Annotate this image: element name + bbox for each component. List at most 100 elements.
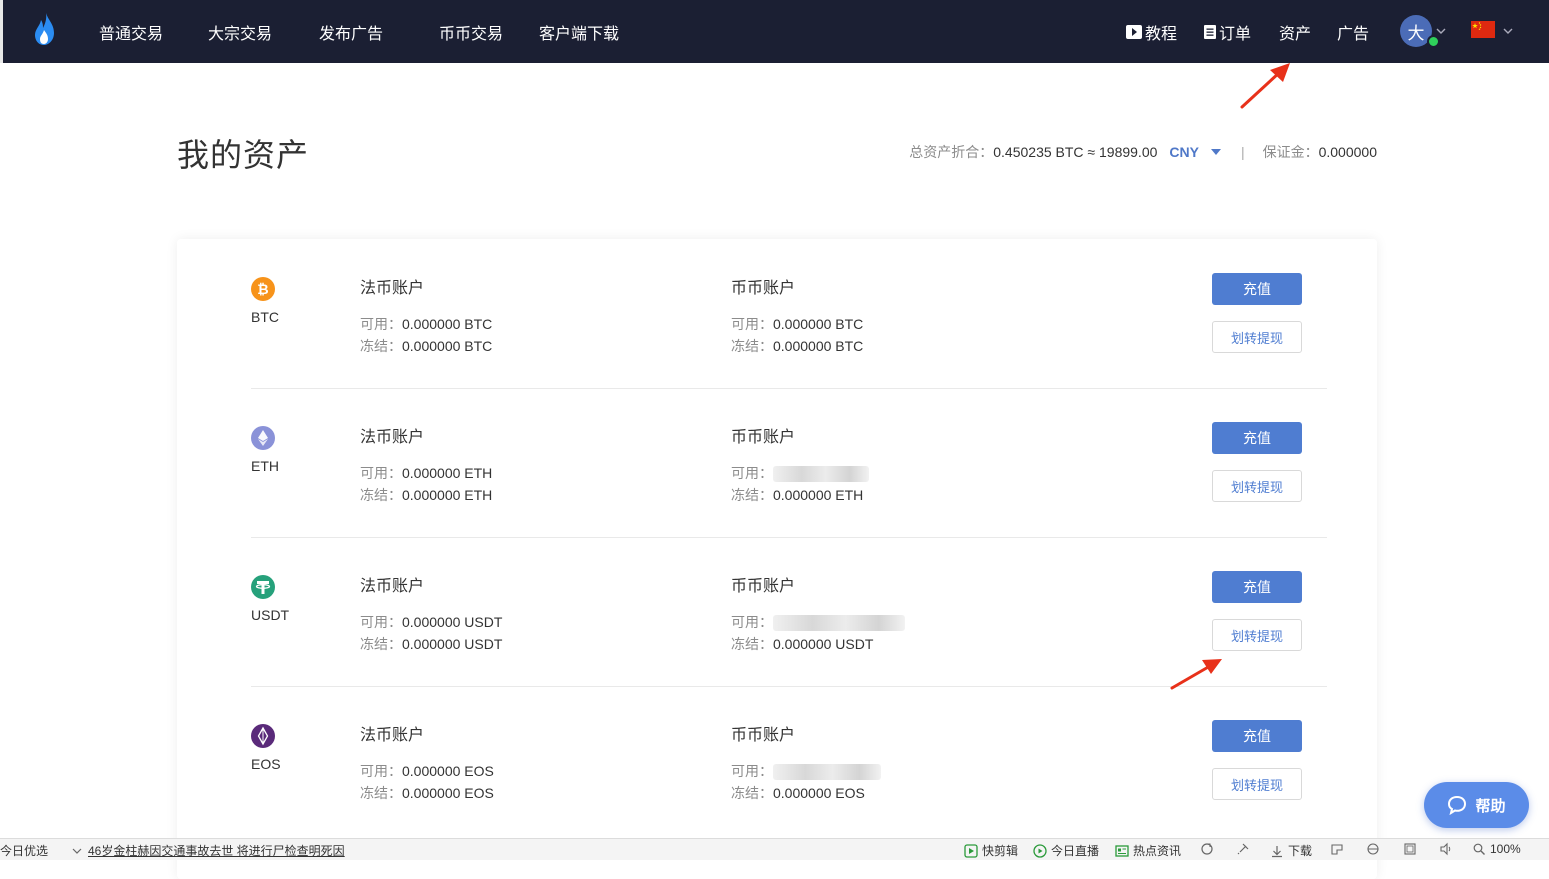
download-label: 下载	[1288, 844, 1313, 858]
today-live-label: 今日直播	[1051, 844, 1100, 858]
coin-account: 币币账户 可用： 冻结：0.000000 USDT	[731, 572, 905, 655]
frozen-label: 冻结：	[731, 487, 773, 503]
asset-list-card: ₿ BTC 法币账户 可用：0.000000 BTC 冻结：0.000000 B…	[177, 239, 1377, 879]
today-picks[interactable]: 今日优选	[0, 842, 48, 859]
speaker-icon[interactable]	[1439, 842, 1453, 856]
blurred-value	[773, 466, 869, 483]
play-icon	[1126, 25, 1142, 39]
china-flag-icon[interactable]	[1471, 21, 1495, 38]
blurred-value	[773, 764, 881, 781]
chevron-down-icon[interactable]	[1436, 26, 1446, 36]
available-label: 可用：	[731, 614, 773, 630]
deposit-button[interactable]: 充值	[1212, 571, 1302, 603]
transfer-withdraw-button[interactable]: 划转提现	[1212, 321, 1302, 353]
deposit-button[interactable]: 充值	[1212, 273, 1302, 305]
currency-selector[interactable]: CNY	[1169, 144, 1199, 160]
coin-account: 币币账户 可用： 冻结：0.000000 EOS	[731, 721, 881, 804]
browser-icon[interactable]	[1366, 842, 1380, 856]
available-label: 可用：	[360, 465, 402, 481]
nav-item-client-download[interactable]: 客户端下载	[539, 20, 619, 44]
coin-account-title: 币币账户	[731, 727, 796, 744]
fiat-frozen-value: 0.000000 ETH	[402, 487, 493, 503]
coin-account-title: 币币账户	[731, 578, 796, 595]
flame-logo-icon[interactable]	[32, 12, 58, 46]
fiat-account-title: 法币账户	[360, 578, 425, 595]
available-label: 可用：	[731, 316, 773, 332]
hot-news[interactable]: 热点资讯	[1115, 842, 1181, 859]
bitcoin-icon: ₿	[251, 277, 275, 301]
asset-row-eth: ETH 法币账户 可用：0.000000 ETH 冻结：0.000000 ETH…	[251, 388, 1327, 538]
fiat-available-value: 0.000000 ETH	[402, 465, 493, 481]
zoom-control[interactable]: 100%	[1472, 842, 1521, 856]
nav-item-coin-trade[interactable]: 币币交易	[439, 20, 503, 44]
chevron-down-icon	[72, 848, 82, 854]
nav-item-spot-trade[interactable]: 普通交易	[99, 20, 163, 44]
asset-row-usdt: USDT 法币账户 可用：0.000000 USDT 冻结：0.000000 U…	[251, 537, 1327, 687]
nav-assets-label: 资产	[1279, 26, 1312, 43]
available-label: 可用：	[731, 465, 773, 481]
coin-frozen-value: 0.000000 BTC	[773, 338, 864, 354]
coin-available-value: 0.000000 BTC	[773, 316, 864, 332]
frozen-label: 冻结：	[360, 785, 402, 801]
frozen-label: 冻结：	[360, 487, 402, 503]
chat-bubble-icon	[1448, 795, 1467, 815]
nav-assets[interactable]: 资产	[1279, 20, 1311, 44]
play-icon	[964, 843, 978, 858]
zoom-level: 100%	[1490, 842, 1521, 856]
fiat-account-title: 法币账户	[360, 280, 425, 297]
fiat-frozen-value: 0.000000 USDT	[402, 636, 503, 652]
pin-icon[interactable]	[1236, 842, 1250, 856]
frozen-label: 冻结：	[731, 636, 773, 652]
fiat-available-value: 0.000000 BTC	[402, 316, 493, 332]
transfer-withdraw-button[interactable]: 划转提现	[1212, 619, 1302, 651]
transfer-withdraw-button[interactable]: 划转提现	[1212, 768, 1302, 800]
help-button[interactable]: 帮助	[1424, 782, 1529, 828]
today-live[interactable]: 今日直播	[1033, 842, 1099, 859]
quick-clip-label: 快剪辑	[982, 844, 1019, 858]
available-label: 可用：	[360, 614, 402, 630]
coin-frozen-value: 0.000000 ETH	[773, 487, 864, 503]
nav-ads[interactable]: 广告	[1337, 20, 1369, 44]
coin-account: 币币账户 可用： 冻结：0.000000 ETH	[731, 423, 869, 506]
nav-tutorial[interactable]: 教程	[1126, 20, 1177, 44]
fiat-available-value: 0.000000 USDT	[402, 614, 503, 630]
coin-account-title: 币币账户	[731, 280, 796, 297]
asset-row-btc: ₿ BTC 法币账户 可用：0.000000 BTC 冻结：0.000000 B…	[251, 239, 1327, 389]
nav-item-block-trade[interactable]: 大宗交易	[208, 20, 272, 44]
deposit-button[interactable]: 充值	[1212, 720, 1302, 752]
asset-row-eos: EOS 法币账户 可用：0.000000 EOS 冻结：0.000000 EOS…	[251, 686, 1327, 835]
frozen-label: 冻结：	[360, 636, 402, 652]
nav-item-post-ad[interactable]: 发布广告	[319, 20, 383, 44]
fiat-available-value: 0.000000 EOS	[402, 763, 494, 779]
fiat-account: 法币账户 可用：0.000000 EOS 冻结：0.000000 EOS	[360, 721, 494, 804]
margin-label: 保证金：	[1262, 144, 1319, 160]
total-assets-value: 0.450235 BTC ≈ 19899.00	[993, 144, 1158, 160]
tether-icon	[251, 575, 275, 599]
coin-name: BTC	[251, 309, 279, 325]
download-manager[interactable]: 下载	[1270, 842, 1312, 859]
available-label: 可用：	[360, 316, 402, 332]
layout-icon[interactable]	[1403, 842, 1417, 856]
chevron-down-icon[interactable]	[1503, 26, 1513, 36]
online-status-dot	[1427, 35, 1440, 48]
coin-account-title: 币币账户	[731, 429, 796, 446]
news-headline: 46岁金柱赫因交通事故去世 将进行尸检查明死因	[88, 844, 345, 858]
deposit-button[interactable]: 充值	[1212, 422, 1302, 454]
quick-clip[interactable]: 快剪辑	[964, 842, 1018, 859]
fiat-account: 法币账户 可用：0.000000 USDT 冻结：0.000000 USDT	[360, 572, 502, 655]
fiat-frozen-value: 0.000000 BTC	[402, 338, 493, 354]
svg-text:₿: ₿	[257, 282, 268, 298]
browser-status-bar: 今日优选 46岁金柱赫因交通事故去世 将进行尸检查明死因 快剪辑 今日直播 热点…	[0, 838, 1549, 860]
nav-orders[interactable]: 订单	[1204, 20, 1251, 44]
transfer-withdraw-button[interactable]: 划转提现	[1212, 470, 1302, 502]
window-icon[interactable]	[1330, 842, 1344, 856]
fiat-account-title: 法币账户	[360, 727, 425, 744]
hot-news-label: 热点资讯	[1133, 844, 1182, 858]
coin-frozen-value: 0.000000 USDT	[773, 636, 874, 652]
available-label: 可用：	[360, 763, 402, 779]
annotation-arrow-icon	[1240, 63, 1290, 109]
caret-down-icon[interactable]	[1210, 149, 1221, 155]
refresh-icon[interactable]	[1200, 842, 1214, 856]
asset-summary: 总资产折合： 0.450235 BTC ≈ 19899.00 CNY | 保证金…	[909, 142, 1377, 162]
news-ticker[interactable]: 46岁金柱赫因交通事故去世 将进行尸检查明死因	[70, 842, 345, 859]
